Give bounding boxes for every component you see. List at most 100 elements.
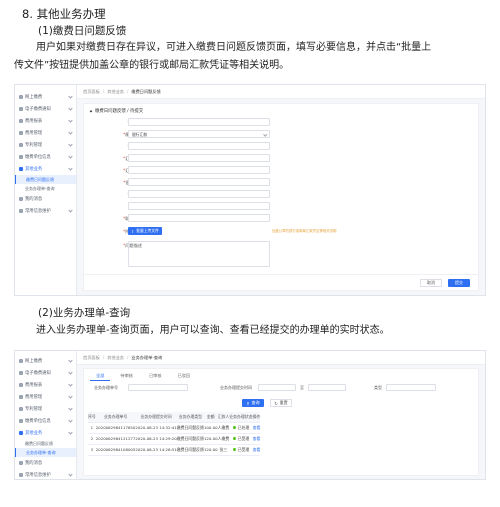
menu-icon (19, 197, 23, 201)
table-header-row: 序号 业务办理单号 业务办理提交时间 业务办理类型 金额 汇款人 业务办理状态 … (88, 412, 261, 423)
sidebar-item[interactable]: 专利管理 (15, 403, 76, 415)
form-row-amount: *汇款金额 (84, 154, 478, 163)
status-badge: 已受理 (237, 446, 250, 452)
sidebar-item[interactable]: 网上缴费 (15, 91, 76, 103)
menu-icon (19, 119, 23, 123)
amount-input[interactable] (128, 154, 270, 162)
sidebar-item[interactable]: 我的消息 (15, 193, 76, 205)
menu-icon (19, 419, 23, 423)
pay-method-select[interactable]: 银行汇款 (128, 130, 270, 138)
menu-icon (19, 395, 23, 399)
column-header: 业务办理单号 (95, 412, 136, 423)
refresh-icon: ↻ (274, 400, 278, 406)
sidebar-subitem-feedback[interactable]: 缴费日问题反馈 (15, 175, 76, 184)
sidebar-item-other-business[interactable]: 其他业务 (15, 163, 76, 175)
view-link[interactable]: 查看 (253, 436, 261, 441)
menu-icon (19, 473, 23, 477)
chevron-down-icon (68, 418, 73, 423)
breadcrumb-item[interactable]: 其他业务 (107, 89, 124, 95)
sidebar-item[interactable]: 常用信息维护 (15, 469, 76, 479)
sidebar-item[interactable]: 缴费单位信息 (15, 415, 76, 427)
sidebar-item[interactable]: 费用报表 (15, 115, 76, 127)
chevron-down-icon (68, 382, 73, 387)
submit-button[interactable]: 提交 (448, 279, 470, 287)
breadcrumb: 首页面板 / 其他业务 / 缴费日问题反馈 (77, 85, 485, 99)
column-header: 操作 (252, 412, 261, 423)
sidebar-subitem-query[interactable]: 业务办理单-查询 (15, 184, 76, 193)
view-link[interactable]: 查看 (253, 447, 261, 452)
batch-upload-button[interactable]: ⇧ 批量上传文件 (128, 227, 162, 235)
status-dot-icon (232, 437, 236, 440)
payer-input[interactable] (128, 142, 270, 150)
breadcrumb-item[interactable]: 其他业务 (107, 355, 124, 361)
form-row-contact: 联系人 (84, 202, 478, 211)
reset-button[interactable]: ↻ 重置 (270, 399, 292, 407)
menu-icon (19, 167, 23, 171)
search-icon: ⚲ (246, 400, 250, 406)
sidebar-item[interactable]: 费用管理 (15, 127, 76, 139)
chevron-down-icon (262, 132, 267, 137)
tab-reviewed[interactable]: 已审核 (143, 372, 168, 381)
query-panel: 全部 待审核 已审核 已驳回 业务办理单号 业务办理提交时间 至 类型 ⚲ 查询 … (83, 368, 479, 476)
start-date-picker[interactable] (258, 384, 296, 391)
chevron-down-icon (68, 358, 73, 363)
tab-rejected[interactable]: 已驳回 (172, 372, 197, 381)
column-header: 业务办理类型 (176, 412, 204, 423)
table-row: 1 2020062984117650 2020-06-23 14:32:41 缴… (88, 422, 261, 434)
order-no-input[interactable] (128, 384, 188, 391)
chevron-down-icon (68, 208, 73, 213)
column-header: 金额 (203, 412, 218, 423)
chevron-down-icon (68, 472, 73, 477)
form-footer: 取消 提交 (84, 274, 478, 290)
sidebar-item[interactable]: 网上缴费 (15, 355, 76, 367)
status-dot-icon (232, 448, 236, 451)
form-row-bank: *开户行 (84, 190, 478, 199)
sidebar-item[interactable]: 常用信息维护 (15, 205, 76, 217)
breadcrumb-item[interactable]: 首页面板 (83, 355, 100, 361)
sidebar-item[interactable]: 缴费单位信息 (15, 151, 76, 163)
filter-label-date: 业务办理提交时间 (220, 385, 252, 390)
cancel-button[interactable]: 取消 (420, 279, 442, 287)
contact-input[interactable] (128, 202, 270, 210)
menu-icon (19, 359, 23, 363)
sidebar-item[interactable]: 我的消息 (15, 457, 76, 469)
menu-icon (19, 407, 23, 411)
sidebar-item[interactable]: 电子缴费通知 (15, 367, 76, 379)
bank-input[interactable] (128, 190, 270, 198)
sidebar-item[interactable]: 专利管理 (15, 139, 76, 151)
application-no-input[interactable] (128, 118, 270, 126)
date-picker[interactable] (128, 166, 270, 174)
sidebar-item-other-business[interactable]: 其他业务 (15, 427, 76, 439)
sidebar-subitem-query[interactable]: 业务办理单-查询 (15, 448, 76, 457)
tab-all[interactable]: 全部 (90, 372, 111, 381)
phone-input[interactable] (128, 214, 270, 222)
form-row-remark: *问题描述 (84, 241, 478, 269)
account-input[interactable] (128, 178, 270, 186)
sidebar-item[interactable]: 电子缴费通知 (15, 103, 76, 115)
breadcrumb-item[interactable]: 首页面板 (83, 89, 100, 95)
chevron-down-icon (68, 142, 73, 147)
status-badge: 已处理 (237, 424, 250, 430)
sidebar-subitem-feedback[interactable]: 缴费日问题反馈 (15, 439, 76, 448)
end-date-picker[interactable] (308, 384, 346, 391)
form-panel: 缴费日问题反馈 / 待提交 *申请号 *缴费方式 银行汇款 *汇款人 *汇款金额… (83, 103, 479, 291)
sidebar-item[interactable]: 费用报表 (15, 379, 76, 391)
form-title: 缴费日问题反馈 / 待提交 (89, 108, 143, 114)
sidebar-item[interactable]: 费用管理 (15, 391, 76, 403)
chevron-up-icon (68, 166, 73, 171)
view-link[interactable]: 查看 (253, 425, 261, 430)
type-select[interactable] (386, 384, 436, 391)
menu-icon (19, 431, 23, 435)
form-row-upload: *附件上传 ⇧批量上传文件 加盖公章的银行或邮局汇款凭证等相关说明 (123, 227, 337, 235)
column-header: 业务办理状态 (229, 412, 253, 423)
upload-icon: ⇧ (131, 228, 135, 234)
remark-textarea[interactable] (128, 241, 270, 267)
tab-pending[interactable]: 待审核 (114, 372, 139, 381)
status-tabs: 全部 待审核 已审核 已驳回 (90, 372, 200, 381)
upload-tip: 加盖公章的银行或邮局汇款凭证等相关说明 (272, 229, 337, 233)
chevron-down-icon (68, 130, 73, 135)
paragraph-1-line-1: 用户如果对缴费日存在异议，可进入缴费日问题反馈页面，填写必要信息，并点击“批量上 (36, 42, 432, 53)
menu-icon (19, 209, 23, 213)
paragraph-1-line-2: 传文件”按钮提供加盖公章的银行或邮局汇款凭证等相关说明。 (14, 60, 290, 71)
search-button[interactable]: ⚲ 查询 (242, 399, 264, 407)
